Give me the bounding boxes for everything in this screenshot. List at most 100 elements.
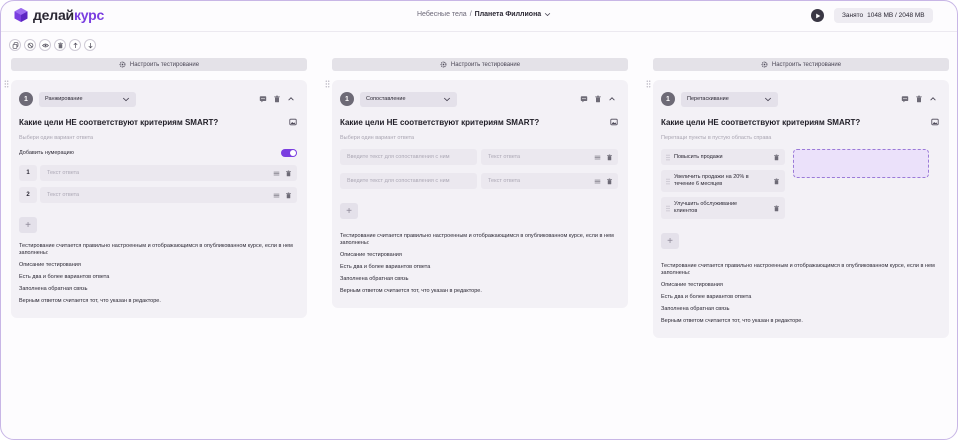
logo[interactable]: делайкурс xyxy=(13,7,104,23)
chevron-up-icon[interactable] xyxy=(287,95,295,103)
drag-handle-icon[interactable] xyxy=(666,154,670,161)
question-card: 1 Ранжирование Какие цели НЕ соответству… xyxy=(11,80,307,318)
trash-icon[interactable] xyxy=(285,192,292,199)
trash-icon[interactable] xyxy=(273,95,281,103)
drag-handle-icon[interactable] xyxy=(666,178,670,185)
question-number: 1 xyxy=(19,92,33,106)
drag-drop-area: Повысить продажи Увеличить продажи на 20… xyxy=(661,149,939,219)
question-hint[interactable]: Выбери один вариант ответа xyxy=(340,135,618,141)
hide-icon xyxy=(27,42,33,48)
trash-icon[interactable] xyxy=(773,178,780,185)
feedback-icon[interactable] xyxy=(901,95,909,103)
question-type-select[interactable]: Сопоставление xyxy=(360,91,457,107)
chevron-down-icon xyxy=(443,97,451,102)
chevron-down-icon xyxy=(764,97,772,102)
hide-button[interactable] xyxy=(24,39,36,51)
match-right-input[interactable]: Текст ответа xyxy=(481,173,618,189)
storage-value: 1048 MB / 2048 MB xyxy=(867,12,925,19)
drag-lines-icon[interactable] xyxy=(273,170,280,177)
question-card: 1 Сопоставление Какие цели НЕ соответств… xyxy=(332,80,628,308)
match-right-input[interactable]: Текст ответа xyxy=(481,149,618,165)
logo-text: делайкурс xyxy=(33,7,105,23)
block-toolbar xyxy=(9,39,96,51)
column-ranking: Настроить тестирование 1 Ранжирование Ка… xyxy=(11,58,307,318)
trash-icon[interactable] xyxy=(773,205,780,212)
add-answer-button[interactable]: + xyxy=(19,217,37,233)
trash-icon[interactable] xyxy=(606,154,613,161)
question-card: 1 Перетаскивание Какие цели НЕ соответст… xyxy=(653,80,949,338)
configure-test-button[interactable]: Настроить тестирование xyxy=(653,58,949,71)
eye-icon xyxy=(41,43,49,47)
breadcrumb-separator: / xyxy=(469,11,472,18)
header: делайкурс Небесные тела / Планета Филлио… xyxy=(1,1,957,31)
question-hint[interactable]: Выбери один вариант ответа xyxy=(19,135,297,141)
copy-icon xyxy=(12,41,18,49)
chevron-up-icon[interactable] xyxy=(608,95,616,103)
image-icon[interactable] xyxy=(931,118,939,126)
play-icon xyxy=(815,13,820,18)
arrow-up-icon xyxy=(72,42,78,48)
drag-handle-icon[interactable] xyxy=(666,205,670,212)
drag-handle-icon[interactable] xyxy=(325,80,330,88)
configure-test-button[interactable]: Настроить тестирование xyxy=(11,58,307,71)
match-pairs: Введите текст для сопоставления с ним Те… xyxy=(340,149,618,189)
configure-test-button[interactable]: Настроить тестирование xyxy=(332,58,628,71)
drag-lines-icon[interactable] xyxy=(594,178,601,185)
delete-button[interactable] xyxy=(54,39,66,51)
storage-badge: Занято 1048 MB / 2048 MB xyxy=(834,8,933,23)
column-matching: Настроить тестирование 1 Сопоставление К… xyxy=(332,58,628,308)
question-type-select[interactable]: Ранжирование xyxy=(39,91,136,107)
logo-cube-icon xyxy=(14,8,28,22)
answer-input[interactable]: Текст ответа xyxy=(40,165,297,181)
image-icon[interactable] xyxy=(610,118,618,126)
question-type-select[interactable]: Перетаскивание xyxy=(681,91,778,107)
match-left-input[interactable]: Введите текст для сопоставления с ним xyxy=(340,149,477,165)
test-requirements: Тестирование считается правильно настрое… xyxy=(19,243,293,304)
drag-item[interactable]: Повысить продажи xyxy=(661,149,785,165)
question-title[interactable]: Какие цели НЕ соответствуют критериям SM… xyxy=(340,118,539,127)
trash-icon[interactable] xyxy=(773,154,780,161)
test-requirements: Тестирование считается правильно настрое… xyxy=(661,263,935,324)
question-title[interactable]: Какие цели НЕ соответствуют критериям SM… xyxy=(19,118,218,127)
question-number: 1 xyxy=(661,92,675,106)
chevron-up-icon[interactable] xyxy=(929,95,937,103)
gear-icon xyxy=(119,61,126,68)
drag-item[interactable]: Улучшить обслуживание клиентов xyxy=(661,197,785,219)
test-requirements: Тестирование считается правильно настрое… xyxy=(340,233,614,294)
column-drag-drop: Настроить тестирование 1 Перетаскивание … xyxy=(653,58,949,338)
breadcrumb: Небесные тела / Планета Филлиона xyxy=(417,11,551,18)
drag-handle-icon[interactable] xyxy=(646,80,651,88)
trash-icon[interactable] xyxy=(606,178,613,185)
move-down-button[interactable] xyxy=(84,39,96,51)
trash-icon[interactable] xyxy=(285,170,292,177)
drag-item[interactable]: Увеличить продажи на 20% в течение 6 мес… xyxy=(661,170,785,192)
drag-lines-icon[interactable] xyxy=(273,192,280,199)
trash-icon[interactable] xyxy=(915,95,923,103)
match-left-input[interactable]: Введите текст для сопоставления с ним xyxy=(340,173,477,189)
breadcrumb-parent[interactable]: Небесные тела xyxy=(417,11,467,18)
drag-lines-icon[interactable] xyxy=(594,154,601,161)
copy-button[interactable] xyxy=(9,39,21,51)
question-hint[interactable]: Перетащи пункты в пустую область справа xyxy=(661,135,939,141)
header-divider xyxy=(1,31,957,32)
breadcrumb-current[interactable]: Планета Филлиона xyxy=(475,11,542,18)
add-item-button[interactable]: + xyxy=(661,233,679,249)
arrow-down-icon xyxy=(87,42,93,48)
play-button[interactable] xyxy=(811,9,824,22)
chevron-down-icon[interactable] xyxy=(544,12,551,17)
drag-handle-icon[interactable] xyxy=(4,80,9,88)
answer-row: 1 Текст ответа xyxy=(19,165,297,181)
feedback-icon[interactable] xyxy=(259,95,267,103)
trash-icon[interactable] xyxy=(594,95,602,103)
move-up-button[interactable] xyxy=(69,39,81,51)
preview-button[interactable] xyxy=(39,39,51,51)
image-icon[interactable] xyxy=(289,118,297,126)
answer-input[interactable]: Текст ответа xyxy=(40,187,297,203)
question-title[interactable]: Какие цели НЕ соответствуют критериям SM… xyxy=(661,118,860,127)
feedback-icon[interactable] xyxy=(580,95,588,103)
numbering-toggle[interactable] xyxy=(281,149,297,157)
drop-zone[interactable] xyxy=(793,149,929,178)
add-pair-button[interactable]: + xyxy=(340,203,358,219)
answer-index: 2 xyxy=(19,187,37,203)
gear-icon xyxy=(440,61,447,68)
